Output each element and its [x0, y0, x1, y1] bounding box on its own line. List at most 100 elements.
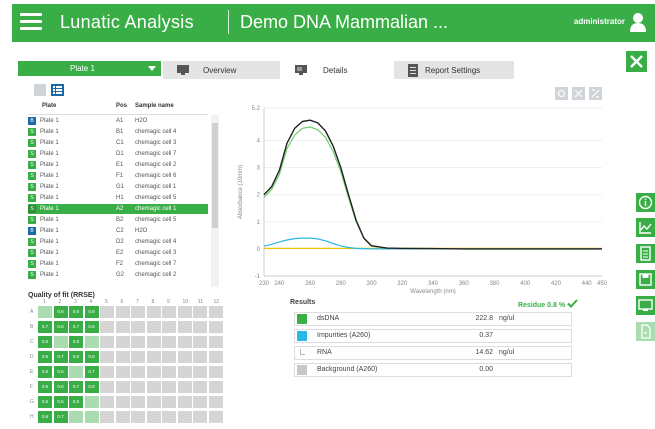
well-cell[interactable] — [131, 321, 145, 333]
well-cell[interactable] — [84, 411, 99, 423]
well-cell[interactable] — [84, 336, 99, 348]
table-row[interactable]: S Plate 1 G2 chemagic cell 2 — [28, 270, 208, 280]
well-cell[interactable] — [53, 336, 68, 348]
table-row[interactable]: S Plate 1 B2 chemagic cell 5 — [28, 215, 208, 225]
well-cell[interactable] — [177, 366, 192, 378]
table-row[interactable]: S Plate 1 F1 chemagic cell 6 — [28, 171, 208, 181]
well-cell[interactable]: 0.6 — [84, 351, 99, 363]
well-cell[interactable] — [100, 381, 114, 393]
well-cell[interactable] — [84, 396, 99, 408]
info-button[interactable] — [636, 193, 655, 212]
well-cell[interactable] — [115, 381, 130, 393]
well-cell[interactable]: 0.7 — [53, 351, 68, 363]
well-cell[interactable]: 0.6 — [69, 306, 83, 318]
tab-details[interactable]: Details — [281, 61, 394, 79]
well-cell[interactable] — [208, 381, 223, 393]
well-cell[interactable] — [177, 381, 192, 393]
well-cell[interactable] — [177, 351, 192, 363]
well-cell[interactable] — [177, 321, 192, 333]
component-color-swatch[interactable] — [297, 365, 307, 375]
table-row[interactable]: S Plate 1 A2 chemagic cell 1 — [28, 204, 208, 214]
well-cell[interactable]: 0.7 — [53, 411, 68, 423]
well-cell[interactable]: 0.6 — [53, 366, 68, 378]
well-cell[interactable]: 0.7 — [69, 381, 83, 393]
table-scrollbar[interactable] — [211, 115, 219, 287]
zoom-fit-icon[interactable] — [555, 87, 568, 100]
well-cell[interactable] — [193, 336, 207, 348]
well-cell[interactable]: 0.6 — [38, 351, 52, 363]
column-header-sample-name[interactable]: Sample name — [135, 103, 174, 109]
table-row[interactable]: S Plate 1 C1 chemagic cell 3 — [28, 138, 208, 148]
close-button[interactable] — [626, 51, 647, 72]
component-color-swatch[interactable] — [297, 331, 307, 341]
well-cell[interactable] — [162, 351, 176, 363]
well-cell[interactable] — [208, 336, 223, 348]
menu-icon[interactable] — [20, 13, 42, 31]
well-cell[interactable] — [208, 351, 223, 363]
well-cell[interactable] — [162, 396, 176, 408]
well-cell[interactable]: 0.7 — [69, 321, 83, 333]
well-cell[interactable]: 0.6 — [38, 411, 52, 423]
well-cell[interactable] — [193, 396, 207, 408]
well-cell[interactable]: 0.7 — [38, 321, 52, 333]
well-cell[interactable] — [131, 366, 145, 378]
table-scroll-thumb[interactable] — [212, 123, 218, 228]
table-row[interactable]: S Plate 1 H1 chemagic cell 5 — [28, 193, 208, 203]
well-cell[interactable] — [146, 381, 161, 393]
zoom-in-icon[interactable] — [572, 87, 585, 100]
well-cell[interactable] — [146, 351, 161, 363]
well-cell[interactable] — [177, 306, 192, 318]
well-cell[interactable] — [162, 336, 176, 348]
well-cell[interactable] — [146, 411, 161, 423]
well-cell[interactable] — [115, 411, 130, 423]
well-cell[interactable] — [208, 396, 223, 408]
well-cell[interactable] — [146, 336, 161, 348]
well-cell[interactable]: 0.6 — [84, 321, 99, 333]
well-cell[interactable] — [131, 336, 145, 348]
export-button[interactable] — [636, 322, 655, 341]
well-cell[interactable] — [177, 411, 192, 423]
well-cell[interactable] — [69, 366, 83, 378]
report-button[interactable] — [636, 244, 655, 263]
well-cell[interactable] — [131, 381, 145, 393]
well-cell[interactable] — [193, 351, 207, 363]
well-cell[interactable] — [131, 411, 145, 423]
column-header-plate[interactable]: Plate — [42, 103, 56, 109]
table-row[interactable]: B Plate 1 C2 H2O — [28, 226, 208, 236]
well-cell[interactable]: 0.5 — [38, 366, 52, 378]
chart-button[interactable] — [636, 218, 655, 237]
well-cell[interactable] — [208, 321, 223, 333]
well-cell[interactable]: 0.6 — [69, 396, 83, 408]
well-cell[interactable] — [115, 366, 130, 378]
well-cell[interactable] — [177, 336, 192, 348]
well-cell[interactable] — [162, 306, 176, 318]
well-cell[interactable]: 0.6 — [38, 396, 52, 408]
well-cell[interactable] — [193, 411, 207, 423]
well-cell[interactable]: 0.6 — [38, 336, 52, 348]
well-cell[interactable] — [162, 321, 176, 333]
table-row[interactable]: S Plate 1 B1 chemagic cell 4 — [28, 127, 208, 137]
display-button[interactable] — [636, 296, 655, 315]
table-row[interactable]: S Plate 1 E2 chemagic cell 3 — [28, 248, 208, 258]
well-cell[interactable] — [131, 396, 145, 408]
well-cell[interactable] — [146, 366, 161, 378]
well-cell[interactable] — [115, 351, 130, 363]
well-cell[interactable] — [100, 366, 114, 378]
user-icon[interactable] — [629, 12, 647, 32]
well-cell[interactable] — [100, 321, 114, 333]
well-cell[interactable] — [115, 336, 130, 348]
grid-view-icon[interactable] — [34, 84, 46, 96]
table-row[interactable]: S Plate 1 G1 chemagic cell 1 — [28, 182, 208, 192]
well-cell[interactable] — [208, 306, 223, 318]
well-cell[interactable] — [131, 351, 145, 363]
well-cell[interactable]: 0.6 — [53, 381, 68, 393]
well-cell[interactable] — [162, 411, 176, 423]
column-header-pos[interactable]: Pos — [116, 103, 127, 109]
well-cell[interactable] — [146, 321, 161, 333]
well-cell[interactable]: 0.6 — [53, 321, 68, 333]
well-cell[interactable] — [115, 306, 130, 318]
well-cell[interactable] — [131, 306, 145, 318]
well-cell[interactable] — [193, 306, 207, 318]
well-cell[interactable]: 0.6 — [53, 396, 68, 408]
well-cell[interactable] — [208, 411, 223, 423]
